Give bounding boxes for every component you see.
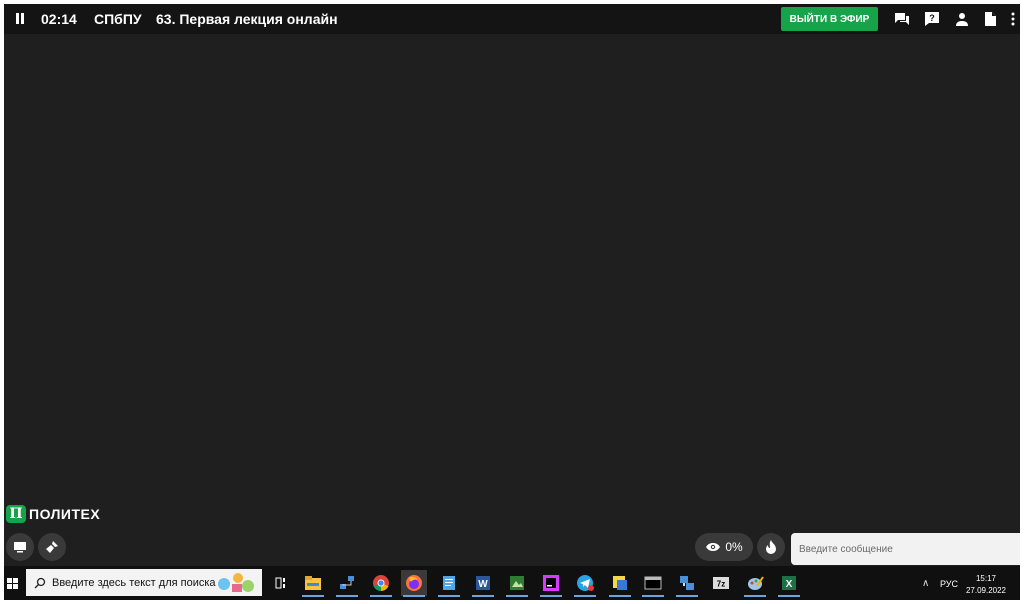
brush-button[interactable] bbox=[38, 533, 66, 561]
chat-icon[interactable] bbox=[894, 11, 910, 27]
svg-text:W: W bbox=[478, 579, 488, 590]
windows-start-button[interactable] bbox=[4, 566, 20, 600]
paint-icon[interactable] bbox=[742, 570, 768, 597]
network-app-icon[interactable] bbox=[674, 570, 700, 597]
firefox-icon[interactable] bbox=[401, 570, 427, 597]
fire-icon bbox=[766, 540, 776, 554]
word-icon[interactable]: W bbox=[470, 570, 496, 597]
viewers-percent: 0% bbox=[725, 540, 743, 554]
terminal-icon[interactable] bbox=[640, 570, 666, 597]
logo-mark: П bbox=[6, 505, 26, 523]
tray-overflow-chevron-icon[interactable]: ∧ bbox=[922, 578, 929, 589]
file-explorer-icon[interactable] bbox=[300, 570, 326, 597]
network-icon[interactable] bbox=[334, 570, 360, 597]
question-icon[interactable]: ? bbox=[924, 11, 940, 27]
search-placeholder: Введите здесь текст для поиска bbox=[52, 576, 216, 589]
windows-taskbar: Введите здесь текст для поиска W 7z X ∧ … bbox=[4, 566, 1020, 600]
clock-time: 15:17 bbox=[975, 574, 997, 583]
stream-timer: 02:14 bbox=[41, 11, 77, 27]
taskbar-clock[interactable]: 15:17 27.09.2022 bbox=[964, 573, 1008, 597]
search-highlight-illustration-icon bbox=[218, 573, 254, 592]
clock-date: 27.09.2022 bbox=[965, 586, 1007, 595]
politech-logo: П ПОЛИТЕХ bbox=[6, 505, 100, 523]
svg-text:7z: 7z bbox=[717, 580, 725, 589]
eye-icon bbox=[706, 543, 721, 551]
notepad-icon[interactable] bbox=[436, 570, 462, 597]
top-bar: 02:14 СПбПУ 63. Первая лекция онлайн ВЫЙ… bbox=[4, 4, 1020, 34]
screen-share-button[interactable] bbox=[6, 533, 34, 561]
document-icon[interactable] bbox=[982, 11, 998, 27]
brush-icon bbox=[46, 541, 58, 553]
chrome-icon[interactable] bbox=[368, 570, 394, 597]
sticky-notes-icon[interactable] bbox=[607, 570, 633, 597]
input-language[interactable]: РУС bbox=[940, 579, 958, 589]
pause-icon[interactable] bbox=[14, 13, 26, 25]
task-view-icon[interactable] bbox=[268, 570, 294, 596]
monitor-icon bbox=[14, 542, 26, 553]
chat-message-input[interactable] bbox=[791, 533, 1020, 565]
reactions-button[interactable] bbox=[757, 533, 785, 561]
green-app-icon[interactable] bbox=[504, 570, 530, 597]
stream-window: 02:14 СПбПУ 63. Первая лекция онлайн ВЫЙ… bbox=[4, 4, 1020, 600]
logo-text: ПОЛИТЕХ bbox=[29, 506, 101, 522]
user-icon[interactable] bbox=[954, 11, 970, 27]
organization-name: СПбПУ bbox=[94, 11, 142, 27]
search-icon bbox=[34, 577, 46, 588]
jetbrains-icon[interactable] bbox=[538, 570, 564, 597]
telegram-icon[interactable] bbox=[572, 570, 598, 597]
go-live-button[interactable]: ВЫЙТИ В ЭФИР bbox=[781, 7, 878, 31]
svg-text:X: X bbox=[786, 579, 793, 590]
taskbar-search-box[interactable]: Введите здесь текст для поиска bbox=[26, 569, 262, 596]
stream-title: 63. Первая лекция онлайн bbox=[156, 11, 338, 27]
7zip-icon[interactable]: 7z bbox=[708, 570, 734, 596]
viewers-indicator[interactable]: 0% bbox=[695, 533, 753, 561]
excel-icon[interactable]: X bbox=[776, 570, 802, 597]
windows-logo-icon bbox=[6, 577, 18, 589]
more-vertical-icon[interactable] bbox=[1009, 11, 1017, 27]
svg-text:?: ? bbox=[929, 13, 935, 23]
